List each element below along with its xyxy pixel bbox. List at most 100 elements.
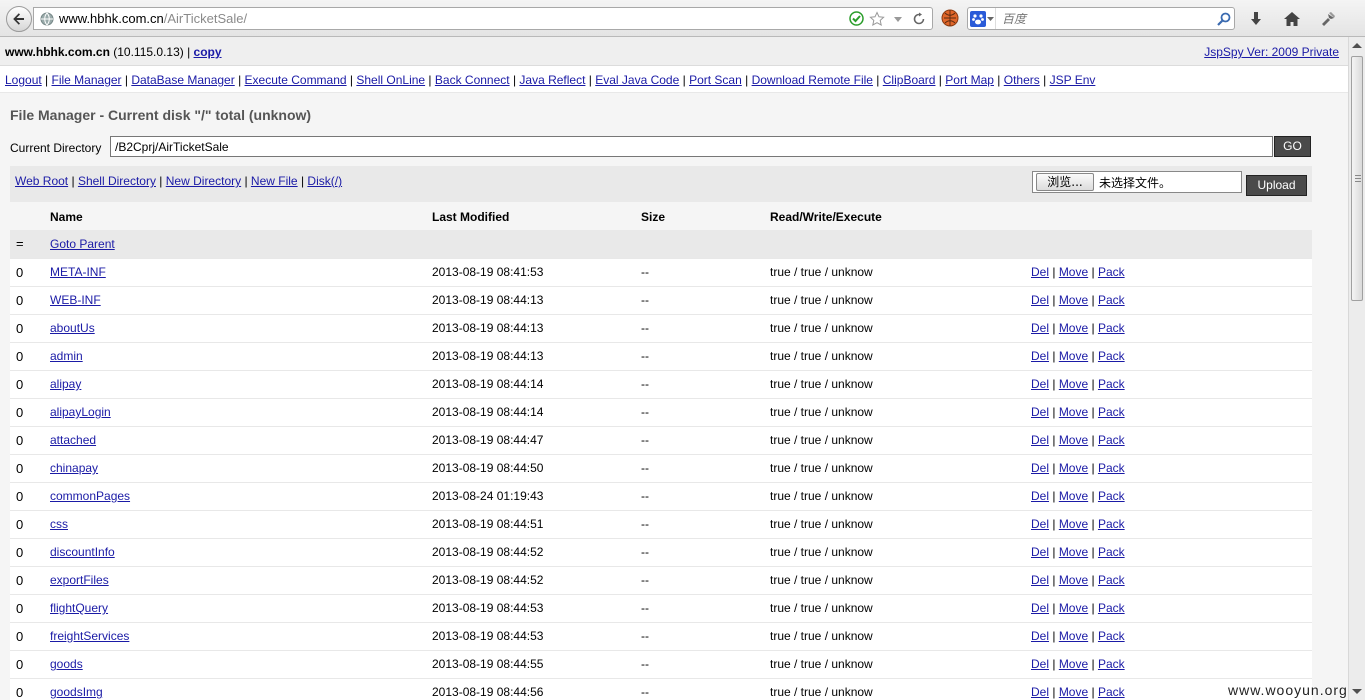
file-name-link[interactable]: goods [50, 657, 83, 671]
del-link[interactable]: Del [1031, 349, 1049, 363]
pack-link[interactable]: Pack [1098, 573, 1125, 587]
del-link[interactable]: Del [1031, 461, 1049, 475]
scroll-up-icon[interactable] [1352, 43, 1362, 48]
del-link[interactable]: Del [1031, 265, 1049, 279]
file-name-link[interactable]: admin [50, 349, 83, 363]
scroll-down-icon[interactable] [1352, 689, 1362, 694]
del-link[interactable]: Del [1031, 489, 1049, 503]
del-link[interactable]: Del [1031, 601, 1049, 615]
menu-item-eval-java-code[interactable]: Eval Java Code [595, 73, 679, 87]
tool-link-disk-[interactable]: Disk(/) [307, 174, 342, 188]
menu-item-port-map[interactable]: Port Map [945, 73, 994, 87]
del-link[interactable]: Del [1031, 517, 1049, 531]
pack-link[interactable]: Pack [1098, 377, 1125, 391]
upload-file-field[interactable]: 浏览... 未选择文件。 [1032, 171, 1242, 193]
file-name-link[interactable]: chinapay [50, 461, 98, 475]
search-box[interactable] [967, 7, 1235, 30]
url-text[interactable]: www.hbhk.com.cn/AirTicketSale/ [59, 11, 848, 26]
pack-link[interactable]: Pack [1098, 601, 1125, 615]
copy-link[interactable]: copy [194, 45, 222, 59]
pack-link[interactable]: Pack [1098, 433, 1125, 447]
pack-link[interactable]: Pack [1098, 489, 1125, 503]
star-icon[interactable] [869, 10, 885, 27]
pack-link[interactable]: Pack [1098, 517, 1125, 531]
move-link[interactable]: Move [1059, 545, 1088, 559]
go-button[interactable]: GO [1274, 136, 1311, 157]
scroll-thumb[interactable] [1351, 56, 1363, 301]
del-link[interactable]: Del [1031, 573, 1049, 587]
file-name-link[interactable]: alipayLogin [50, 405, 111, 419]
addon-icon[interactable] [1318, 9, 1338, 29]
extension-icon[interactable] [941, 9, 959, 27]
check-icon[interactable] [848, 11, 864, 27]
menu-item-back-connect[interactable]: Back Connect [435, 73, 510, 87]
file-name-link[interactable]: goodsImg [50, 685, 103, 699]
pack-link[interactable]: Pack [1098, 685, 1125, 699]
back-button[interactable] [6, 6, 32, 32]
menu-item-others[interactable]: Others [1004, 73, 1040, 87]
menu-item-shell-online[interactable]: Shell OnLine [356, 73, 425, 87]
file-name-link[interactable]: discountInfo [50, 545, 115, 559]
del-link[interactable]: Del [1031, 405, 1049, 419]
file-name-link[interactable]: commonPages [50, 489, 130, 503]
current-directory-input[interactable] [110, 136, 1273, 157]
home-icon[interactable] [1282, 9, 1302, 29]
tool-link-new-directory[interactable]: New Directory [166, 174, 241, 188]
move-link[interactable]: Move [1059, 489, 1088, 503]
file-name-link[interactable]: exportFiles [50, 573, 109, 587]
del-link[interactable]: Del [1031, 685, 1049, 699]
pack-link[interactable]: Pack [1098, 657, 1125, 671]
pack-link[interactable]: Pack [1098, 461, 1125, 475]
pack-link[interactable]: Pack [1098, 405, 1125, 419]
pack-link[interactable]: Pack [1098, 293, 1125, 307]
move-link[interactable]: Move [1059, 349, 1088, 363]
del-link[interactable]: Del [1031, 433, 1049, 447]
menu-item-execute-command[interactable]: Execute Command [245, 73, 347, 87]
download-icon[interactable] [1246, 9, 1266, 29]
file-name-link[interactable]: attached [50, 433, 96, 447]
address-bar[interactable]: www.hbhk.com.cn/AirTicketSale/ [33, 7, 933, 30]
menu-item-file-manager[interactable]: File Manager [52, 73, 122, 87]
search-icon[interactable] [1214, 9, 1234, 29]
pack-link[interactable]: Pack [1098, 265, 1125, 279]
search-input[interactable] [996, 9, 1214, 28]
pack-link[interactable]: Pack [1098, 545, 1125, 559]
move-link[interactable]: Move [1059, 685, 1088, 699]
del-link[interactable]: Del [1031, 377, 1049, 391]
file-name-link[interactable]: freightServices [50, 629, 129, 643]
move-link[interactable]: Move [1059, 405, 1088, 419]
file-name-link[interactable]: META-INF [50, 265, 106, 279]
upload-button[interactable]: Upload [1246, 175, 1307, 196]
tool-link-web-root[interactable]: Web Root [15, 174, 68, 188]
menu-item-logout[interactable]: Logout [5, 73, 42, 87]
pack-link[interactable]: Pack [1098, 349, 1125, 363]
del-link[interactable]: Del [1031, 321, 1049, 335]
file-name-link[interactable]: flightQuery [50, 601, 108, 615]
del-link[interactable]: Del [1031, 657, 1049, 671]
move-link[interactable]: Move [1059, 573, 1088, 587]
move-link[interactable]: Move [1059, 377, 1088, 391]
move-link[interactable]: Move [1059, 601, 1088, 615]
move-link[interactable]: Move [1059, 293, 1088, 307]
menu-item-clipboard[interactable]: ClipBoard [883, 73, 936, 87]
del-link[interactable]: Del [1031, 293, 1049, 307]
pack-link[interactable]: Pack [1098, 321, 1125, 335]
menu-item-port-scan[interactable]: Port Scan [689, 73, 742, 87]
menu-item-java-reflect[interactable]: Java Reflect [519, 73, 585, 87]
move-link[interactable]: Move [1059, 657, 1088, 671]
move-link[interactable]: Move [1059, 433, 1088, 447]
file-name-link[interactable]: WEB-INF [50, 293, 101, 307]
tool-link-shell-directory[interactable]: Shell Directory [78, 174, 156, 188]
goto-parent-link[interactable]: Goto Parent [50, 237, 115, 251]
move-link[interactable]: Move [1059, 265, 1088, 279]
pack-link[interactable]: Pack [1098, 629, 1125, 643]
dropdown-icon[interactable] [890, 11, 906, 27]
menu-item-jsp-env[interactable]: JSP Env [1050, 73, 1096, 87]
file-name-link[interactable]: aboutUs [50, 321, 95, 335]
move-link[interactable]: Move [1059, 629, 1088, 643]
menu-item-download-remote-file[interactable]: Download Remote File [752, 73, 873, 87]
tool-link-new-file[interactable]: New File [251, 174, 298, 188]
vertical-scrollbar[interactable] [1348, 37, 1365, 700]
file-name-link[interactable]: alipay [50, 377, 81, 391]
del-link[interactable]: Del [1031, 629, 1049, 643]
